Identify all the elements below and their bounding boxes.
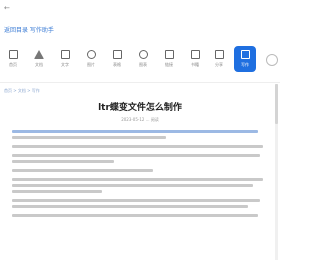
tool-chart[interactable]: 图表 xyxy=(134,46,152,74)
table-icon xyxy=(112,50,122,59)
home-icon xyxy=(8,50,18,59)
text-line xyxy=(12,154,261,157)
image-icon xyxy=(86,50,96,59)
text-line xyxy=(12,199,261,202)
tool-home-label: 首页 xyxy=(9,62,17,67)
tool-book-label: 书籍 xyxy=(191,62,199,67)
tool-share-label: 分享 xyxy=(215,62,223,67)
paragraph xyxy=(12,130,268,139)
write-icon xyxy=(240,50,250,59)
scroll-thumb[interactable] xyxy=(275,84,278,124)
paragraph xyxy=(12,214,268,217)
tool-link-label: 链接 xyxy=(165,62,173,67)
tool-table-label: 表格 xyxy=(113,62,121,67)
file-icon xyxy=(34,50,44,59)
text-line xyxy=(12,145,263,148)
tool-text-label: 文字 xyxy=(61,62,69,67)
top-bar: ← 返回目录 写作助手 xyxy=(0,0,280,42)
chart-icon xyxy=(138,50,148,59)
text-line xyxy=(12,190,102,193)
tool-share[interactable]: 分享 xyxy=(210,46,228,74)
tool-write[interactable]: 写作 xyxy=(234,46,256,72)
paragraph xyxy=(12,199,268,208)
tool-image-label: 图片 xyxy=(87,62,95,67)
tool-image[interactable]: 图片 xyxy=(82,46,100,74)
article-title: ltr蝶变文件怎么制作 xyxy=(98,103,182,113)
breadcrumb[interactable]: 首页 > 文档 > 写作 xyxy=(4,88,40,94)
book-icon xyxy=(190,50,200,59)
divider xyxy=(0,82,280,83)
article-body xyxy=(12,130,268,223)
arrow-left-icon[interactable]: ← xyxy=(4,5,10,12)
link-icon xyxy=(164,50,174,59)
paragraph xyxy=(12,154,268,163)
article-meta: 2023-05-12 ... 阅读 xyxy=(121,117,159,122)
tool-book[interactable]: 书籍 xyxy=(186,46,204,74)
text-line xyxy=(12,214,258,217)
text-line xyxy=(12,169,153,172)
tool-home[interactable]: 首页 xyxy=(4,46,22,74)
paragraph xyxy=(12,145,268,148)
text-line xyxy=(12,130,258,133)
tool-file-label: 文档 xyxy=(35,62,43,67)
text-line xyxy=(12,205,248,208)
tool-write-label: 写作 xyxy=(241,62,249,67)
top-link[interactable]: 返回目录 写作助手 xyxy=(4,25,54,34)
tool-link[interactable]: 链接 xyxy=(160,46,178,74)
text-line xyxy=(12,178,263,181)
more-icon[interactable] xyxy=(266,54,278,66)
text-line xyxy=(12,160,115,163)
tool-table[interactable]: 表格 xyxy=(108,46,126,74)
tool-text[interactable]: 文字 xyxy=(56,46,74,74)
paragraph xyxy=(12,178,268,193)
tool-chart-label: 图表 xyxy=(139,62,147,67)
text-line xyxy=(12,184,253,187)
text-icon xyxy=(60,50,70,59)
share-icon xyxy=(214,50,224,59)
toolbar: 首页 文档 文字 图片 表格 图表 链接 书籍 分享 写作 xyxy=(0,46,280,76)
scrollbar[interactable] xyxy=(275,84,278,260)
tool-file[interactable]: 文档 xyxy=(30,46,48,74)
text-line xyxy=(12,136,166,139)
paragraph xyxy=(12,169,268,172)
